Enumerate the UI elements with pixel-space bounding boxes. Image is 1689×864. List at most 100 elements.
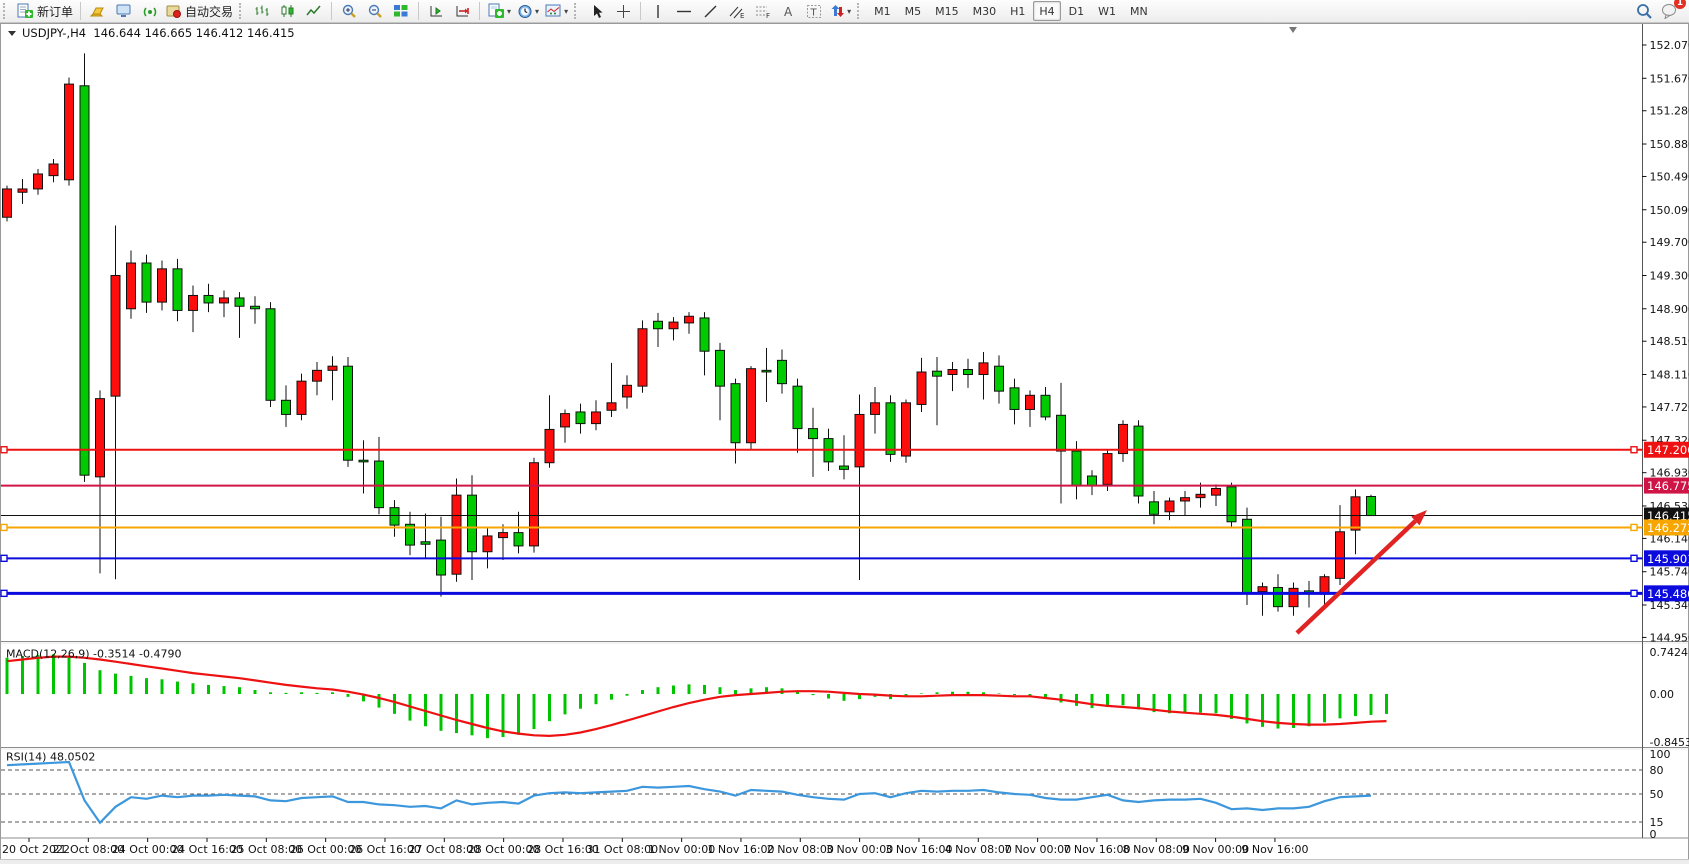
svg-text:3 Nov 16:00: 3 Nov 16:00 <box>885 843 952 856</box>
monitor-icon <box>116 4 132 18</box>
timeframe-button-m5[interactable]: M5 <box>899 1 928 21</box>
zoom-out-button[interactable] <box>363 1 387 21</box>
search-icon <box>1635 3 1653 20</box>
autotrade-label: 自动交易 <box>185 3 233 20</box>
search-button[interactable] <box>1632 1 1656 21</box>
svg-text:50: 50 <box>1650 788 1664 801</box>
svg-text:8 Nov 08:00: 8 Nov 08:00 <box>1123 843 1190 856</box>
timeframe-button-m1[interactable]: M1 <box>868 1 897 21</box>
hline-tool-button[interactable] <box>672 1 696 21</box>
svg-text:148.900: 148.900 <box>1650 303 1689 316</box>
new-order-icon <box>16 3 34 19</box>
svg-text:147.720: 147.720 <box>1650 401 1689 414</box>
svg-text:149.300: 149.300 <box>1650 269 1689 282</box>
trendline-tool-button[interactable] <box>698 1 722 21</box>
auto-scroll-button[interactable] <box>424 1 448 21</box>
new-template-button[interactable]: ▾ <box>485 1 513 21</box>
rsi-label: RSI(14) 48.0502 <box>6 751 95 764</box>
timeframe-button-w1[interactable]: W1 <box>1092 1 1122 21</box>
label-tool-button[interactable]: T <box>802 1 826 21</box>
main-toolbar: 新订单 自动交易 <box>0 0 1689 23</box>
autotrade-icon <box>166 4 182 18</box>
signal-icon <box>142 4 158 18</box>
timeframe-bar: M1M5M15M30H1H4D1W1MN <box>867 1 1155 21</box>
template-icon <box>487 3 505 19</box>
zoom-in-icon <box>341 4 358 19</box>
svg-text:0: 0 <box>1650 828 1657 841</box>
candles-mode-button[interactable] <box>276 1 300 21</box>
svg-text:100: 100 <box>1650 748 1671 761</box>
timeframe-button-h4[interactable]: H4 <box>1033 1 1060 21</box>
period-button[interactable]: ▾ <box>515 1 541 21</box>
dropdown-caret[interactable]: ▾ <box>847 7 851 16</box>
timeframe-button-h1[interactable]: H1 <box>1004 1 1031 21</box>
svg-text:0.00: 0.00 <box>1650 688 1675 701</box>
signals-button[interactable] <box>138 1 162 21</box>
text-label-icon: T <box>806 4 822 19</box>
toolbar-grip[interactable] <box>3 3 10 19</box>
dropdown-caret[interactable]: ▾ <box>564 7 568 16</box>
auto-scroll-icon <box>428 4 445 19</box>
tile-windows-icon <box>393 4 409 18</box>
chart-window[interactable]: 152.070 151.670 151.280 150.880 150.490 150.0… <box>0 23 1689 859</box>
arrows-shapes-icon <box>830 4 845 19</box>
cursor-tool-button[interactable] <box>585 1 609 21</box>
zoom-in-button[interactable] <box>337 1 361 21</box>
svg-text:USDJPY-,H4 146.644 146.665 14: USDJPY-,H4 146.644 146.665 146.412 146.4… <box>22 26 295 40</box>
svg-text:150.490: 150.490 <box>1650 170 1689 183</box>
svg-text:T: T <box>810 7 818 18</box>
svg-text:152.070: 152.070 <box>1650 39 1689 52</box>
svg-text:80: 80 <box>1650 764 1664 777</box>
tile-windows-button[interactable] <box>389 1 413 21</box>
bar-chart-mode-button[interactable] <box>250 1 274 21</box>
clock-icon <box>517 4 533 19</box>
svg-text:149.700: 149.700 <box>1650 236 1689 249</box>
svg-text:0.7424: 0.7424 <box>1650 646 1689 659</box>
svg-text:9 Nov 16:00: 9 Nov 16:00 <box>1241 843 1308 856</box>
candles-icon <box>280 4 296 18</box>
bar-chart-icon <box>254 4 270 18</box>
market-depth-button[interactable] <box>86 1 110 21</box>
channel-tool-button[interactable]: E <box>724 1 748 21</box>
new-order-label: 新订单 <box>37 3 73 20</box>
fibonacci-tool-button[interactable]: F <box>750 1 774 21</box>
svg-text:150.090: 150.090 <box>1650 204 1689 217</box>
svg-text:145.480: 145.480 <box>1647 587 1689 601</box>
timeframe-button-m15[interactable]: M15 <box>929 1 965 21</box>
svg-text:150.880: 150.880 <box>1650 138 1689 151</box>
line-mode-button[interactable] <box>302 1 326 21</box>
svg-text:7 Nov 16:00: 7 Nov 16:00 <box>1063 843 1130 856</box>
svg-text:146.272: 146.272 <box>1647 521 1689 535</box>
svg-text:A: A <box>784 5 793 19</box>
timeframe-button-d1[interactable]: D1 <box>1063 1 1090 21</box>
vline-tool-button[interactable] <box>646 1 670 21</box>
svg-text:148.510: 148.510 <box>1650 335 1689 348</box>
arrows-tool-button[interactable]: ▾ <box>828 1 853 21</box>
indicators-button[interactable]: ▾ <box>543 1 570 21</box>
timeframe-button-mn[interactable]: MN <box>1124 1 1154 21</box>
svg-text:151.280: 151.280 <box>1650 105 1689 118</box>
zoom-out-icon <box>367 4 384 19</box>
svg-text:-0.8453: -0.8453 <box>1650 736 1689 749</box>
terminal-button[interactable] <box>112 1 136 21</box>
chart-shift-button[interactable] <box>450 1 474 21</box>
dropdown-caret[interactable]: ▾ <box>535 7 539 16</box>
notifications-button[interactable]: 1 <box>1658 1 1682 21</box>
line-chart-icon <box>306 4 322 18</box>
new-order-button[interactable]: 新订单 <box>14 1 75 21</box>
text-tool-button[interactable]: A <box>776 1 800 21</box>
svg-text:145.740: 145.740 <box>1650 566 1689 579</box>
svg-text:145.901: 145.901 <box>1647 552 1689 566</box>
cursor-icon <box>590 4 604 19</box>
dropdown-caret[interactable]: ▾ <box>507 7 511 16</box>
crosshair-tool-button[interactable] <box>611 1 635 21</box>
text-icon: A <box>781 4 795 19</box>
timeframe-button-m30[interactable]: M30 <box>967 1 1003 21</box>
svg-text:2 Nov 08:00: 2 Nov 08:00 <box>767 843 834 856</box>
gold-icon <box>90 4 106 18</box>
fibonacci-icon: F <box>754 4 771 19</box>
svg-text:151.670: 151.670 <box>1650 72 1689 85</box>
autotrade-button[interactable]: 自动交易 <box>164 1 235 21</box>
chart-canvas[interactable]: 152.070 151.670 151.280 150.880 150.490 150.0… <box>0 23 1689 864</box>
svg-text:147.206: 147.206 <box>1647 443 1689 457</box>
